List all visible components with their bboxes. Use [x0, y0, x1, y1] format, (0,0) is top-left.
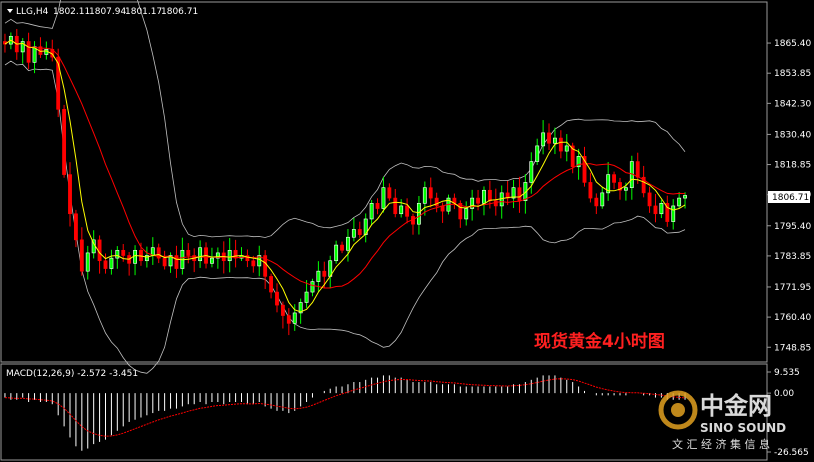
macd-title: MACD(12,26,9) -2.572 -3.451	[6, 369, 138, 379]
price-tick-label: 1748.85	[774, 343, 811, 353]
chart-overlay-title: 现货黄金4小时图	[534, 331, 665, 352]
chart-canvas: 1865.40 1853.85 1842.30 1830.40 1818.85 1807.…	[0, 0, 814, 462]
candle	[56, 48, 61, 118]
price-tick-label: 1795.40	[774, 222, 811, 232]
ohlc-open: 1802.11	[53, 7, 90, 17]
price-tick-label: 1842.30	[774, 99, 811, 109]
current-price-label: 1806.71	[772, 193, 809, 203]
price-tick-label: 1771.95	[774, 283, 811, 293]
price-tick-label: 1760.40	[774, 313, 811, 323]
price-tick-label: 1818.85	[774, 161, 811, 171]
price-tick-label: 1853.85	[774, 69, 811, 79]
symbol-label: LLG,H4	[16, 7, 49, 17]
brand-name-cn: 中金网	[700, 392, 772, 420]
price-tick-label: 1830.40	[774, 130, 811, 140]
macd-tick-label: -26.565	[774, 448, 809, 458]
ohlc-high: 1807.94	[89, 7, 126, 17]
ohlc-low: 1801.17	[125, 7, 162, 17]
chart-header: LLG,H4 1802.11 1807.94 1801.17 1806.71	[7, 7, 198, 17]
brand-slogan: 文 汇 经 济 集 信 息	[672, 437, 770, 451]
ohlc-close: 1806.71	[161, 7, 198, 17]
brand-name-en: SINO SOUND	[700, 421, 786, 435]
price-tick-label: 1783.85	[774, 252, 811, 262]
price-tick-label: 1865.40	[774, 39, 811, 49]
current-price-tag: 1806.71	[768, 191, 810, 203]
macd-tick-label: 9.535	[774, 368, 800, 378]
candle	[62, 104, 67, 178]
macd-tick-label: 0.00	[774, 389, 794, 399]
